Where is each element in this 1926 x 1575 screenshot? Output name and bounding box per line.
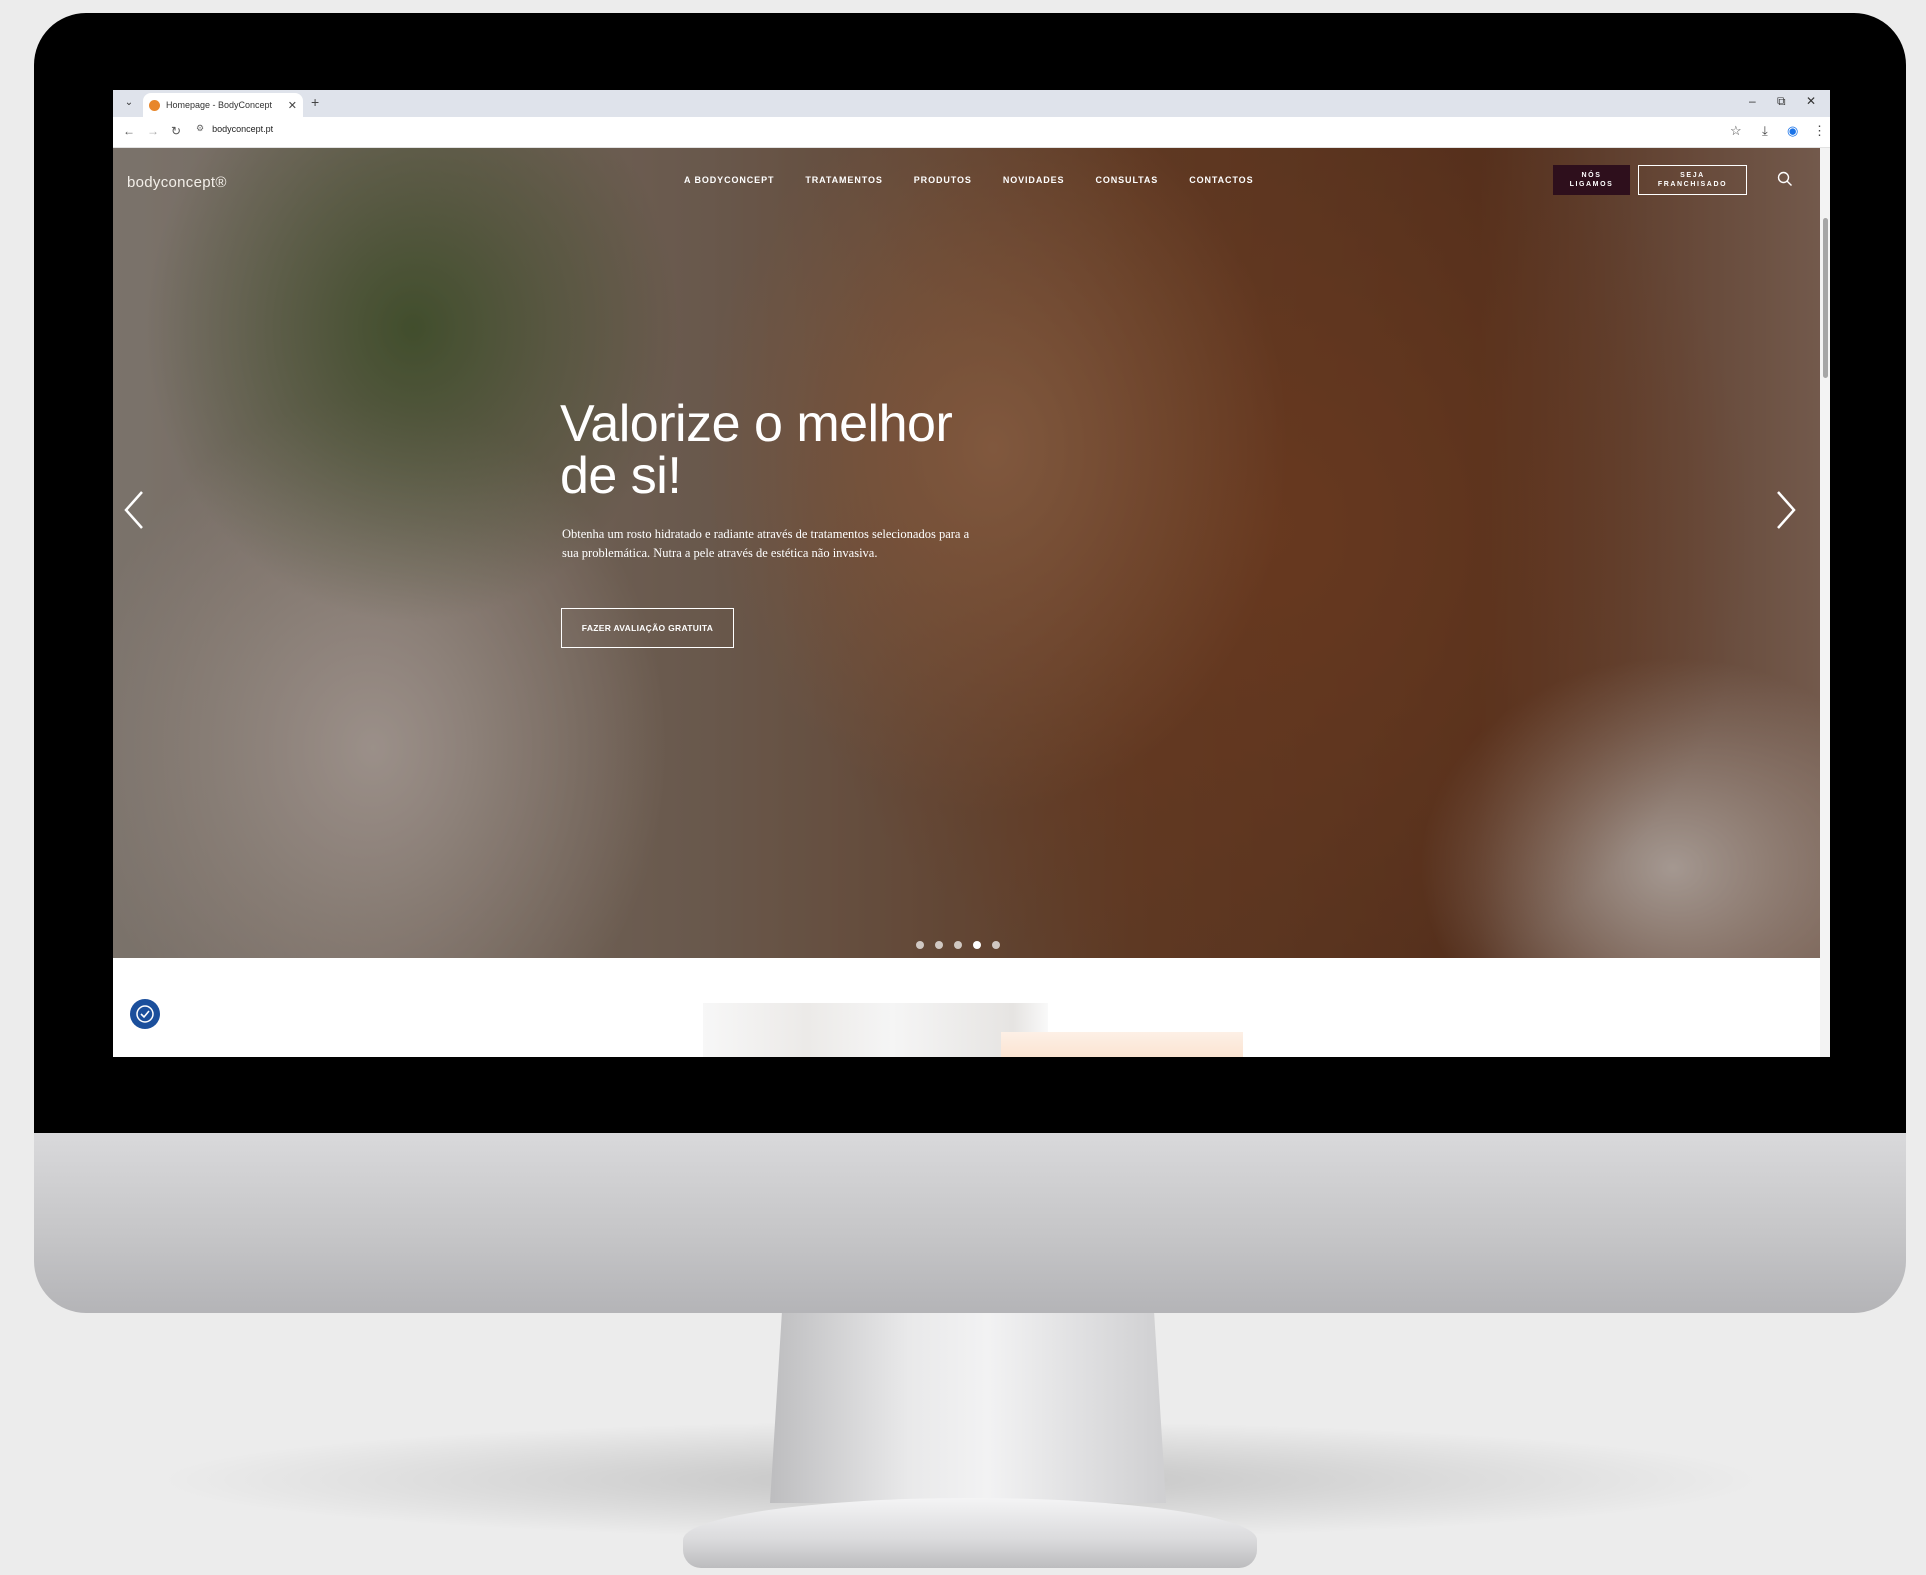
- nav-item-tratamentos[interactable]: TRATAMENTOS: [805, 175, 882, 185]
- main-nav: A BODYCONCEPT TRATAMENTOS PRODUTOS NOVID…: [684, 175, 1253, 185]
- browser-toolbar: ← → ↻ ⚙ bodyconcept.pt ☆ ⤓ ◉ ⋮: [113, 117, 1830, 148]
- slider-dot[interactable]: [916, 941, 924, 949]
- new-tab-button[interactable]: +: [311, 94, 319, 110]
- profile-icon[interactable]: ◉: [1787, 123, 1798, 139]
- nav-item-produtos[interactable]: PRODUTOS: [914, 175, 972, 185]
- monitor-chin: [34, 1133, 1906, 1313]
- tab-search-icon[interactable]: ⌄: [121, 95, 137, 111]
- site-logo[interactable]: bodyconcept®: [127, 174, 227, 191]
- franchise-button[interactable]: SEJA FRANCHISADO: [1638, 165, 1747, 195]
- hero-slider: bodyconcept® A BODYCONCEPT TRATAMENTOS P…: [113, 148, 1820, 958]
- content-image-peek: [703, 1003, 1048, 1057]
- accessibility-icon[interactable]: [130, 999, 160, 1029]
- search-icon[interactable]: [1777, 171, 1793, 192]
- scrollbar-thumb[interactable]: [1823, 218, 1828, 378]
- content-card-peek: [1001, 1032, 1243, 1057]
- web-page: bodyconcept® A BODYCONCEPT TRATAMENTOS P…: [113, 148, 1820, 1057]
- favicon-icon: [149, 99, 160, 111]
- call-me-button[interactable]: NÓS LIGAMOS: [1553, 165, 1630, 195]
- nav-item-contactos[interactable]: CONTACTOS: [1189, 175, 1253, 185]
- slider-dot[interactable]: [973, 941, 981, 949]
- tab-title: Homepage - BodyConcept: [166, 100, 273, 110]
- hero-headline: Valorize o melhor de si!: [560, 395, 953, 505]
- slider-dot[interactable]: [954, 941, 962, 949]
- minimize-button[interactable]: –: [1749, 94, 1756, 108]
- menu-kebab-icon[interactable]: ⋮: [1813, 123, 1826, 139]
- slider-dot[interactable]: [992, 941, 1000, 949]
- address-bar[interactable]: ⚙ bodyconcept.pt: [196, 123, 273, 134]
- chevron-right-icon[interactable]: [1775, 490, 1797, 535]
- back-icon[interactable]: ←: [123, 124, 135, 138]
- tab-close-icon[interactable]: ✕: [288, 99, 297, 112]
- close-window-button[interactable]: ✕: [1806, 94, 1816, 108]
- forward-icon[interactable]: →: [147, 124, 159, 138]
- nav-item-novidades[interactable]: NOVIDADES: [1003, 175, 1065, 185]
- bookmark-star-icon[interactable]: ☆: [1730, 123, 1742, 139]
- page-scrollbar[interactable]: [1820, 148, 1830, 1057]
- browser-window: ⌄ Homepage - BodyConcept ✕ + – ⧉ ✕ ← → ↻…: [113, 90, 1830, 1057]
- nav-item-bodyconcept[interactable]: A BODYCONCEPT: [684, 175, 774, 185]
- tab-homepage[interactable]: Homepage - BodyConcept ✕: [143, 93, 303, 117]
- restore-button[interactable]: ⧉: [1777, 94, 1786, 109]
- download-icon[interactable]: ⤓: [1762, 123, 1768, 139]
- slider-dot[interactable]: [935, 941, 943, 949]
- monitor-stand-neck: [770, 1313, 1166, 1503]
- url-text: bodyconcept.pt: [212, 123, 274, 134]
- free-evaluation-button[interactable]: FAZER AVALIAÇÃO GRATUITA: [561, 608, 734, 648]
- below-fold-section: [113, 958, 1820, 1057]
- reload-icon[interactable]: ↻: [171, 124, 181, 138]
- chevron-left-icon[interactable]: [123, 490, 145, 535]
- slider-dots: [916, 941, 1000, 949]
- tab-bar: ⌄ Homepage - BodyConcept ✕ + – ⧉ ✕: [113, 90, 1830, 117]
- site-info-icon[interactable]: ⚙: [196, 123, 204, 134]
- nav-item-consultas[interactable]: CONSULTAS: [1095, 175, 1158, 185]
- hero-subtext: Obtenha um rosto hidratado e radiante at…: [562, 527, 970, 560]
